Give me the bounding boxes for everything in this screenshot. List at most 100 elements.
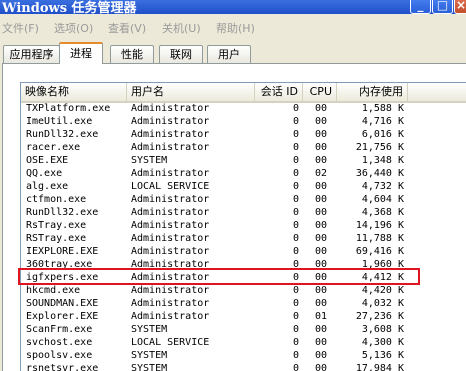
cell-mem: 4,604 K	[361, 194, 404, 205]
cell-mem: 1,348 K	[361, 155, 404, 166]
cell-user: SYSTEM	[131, 363, 168, 371]
menu-shutdown[interactable]: 关机(U)	[162, 20, 201, 36]
process-row[interactable]: 360tray.exe Administrator 0 00 1,960 K	[21, 258, 466, 271]
process-row[interactable]: RSTray.exe Administrator 0 00 11,788 K	[21, 232, 466, 245]
cell-session: 0	[292, 207, 299, 218]
cell-cpu: 00	[314, 116, 327, 127]
process-row[interactable]: igfxpers.exe Administrator 0 00 4,412 K	[21, 271, 466, 284]
tab-applications[interactable]: 应用程序	[3, 45, 60, 63]
process-row[interactable]: QQ.exe Administrator 0 02 36,440 K	[21, 167, 466, 180]
cell-cpu: 00	[314, 142, 327, 153]
cell-image: TXPlatform.exe	[26, 103, 111, 114]
process-row[interactable]: ScanFrm.exe SYSTEM 0 00 3,608 K	[21, 323, 466, 336]
cell-cpu: 00	[314, 324, 327, 335]
cell-session: 0	[292, 363, 299, 371]
cell-mem: 4,300 K	[361, 337, 404, 348]
cell-image: hkcmd.exe	[26, 285, 81, 296]
menu-file[interactable]: 文件(F)	[2, 20, 39, 36]
cell-user: Administrator	[131, 259, 210, 270]
process-row[interactable]: ImeUtil.exe Administrator 0 00 4,716 K	[21, 115, 466, 128]
cell-image: racer.exe	[26, 142, 81, 153]
process-row[interactable]: TXPlatform.exe Administrator 0 00 1,588 K	[21, 102, 466, 115]
process-row[interactable]: rsnetsvr.exe SYSTEM 0 00 17,984 K	[21, 362, 466, 371]
process-row[interactable]: svchost.exe LOCAL SERVICE 0 00 4,300 K	[21, 336, 466, 349]
process-row[interactable]: alg.exe LOCAL SERVICE 0 00 4,732 K	[21, 180, 466, 193]
process-row[interactable]: RunDll32.exe Administrator 0 00 6,016 K	[21, 128, 466, 141]
process-row[interactable]: SOUNDMAN.EXE Administrator 0 00 4,032 K	[21, 297, 466, 310]
process-row[interactable]: RsTray.exe Administrator 0 00 14,196 K	[21, 219, 466, 232]
cell-cpu: 00	[314, 194, 327, 205]
cell-cpu: 00	[314, 337, 327, 348]
cell-cpu: 00	[314, 207, 327, 218]
process-row[interactable]: RunDll32.exe Administrator 0 00 4,368 K	[21, 206, 466, 219]
tab-performance[interactable]: 性能	[110, 45, 154, 63]
process-list[interactable]: 映像名称 用户名 会话 ID CPU 内存使用 TXPlatform.exe Ad…	[20, 82, 466, 371]
cell-image: SOUNDMAN.EXE	[26, 298, 99, 309]
title-bar[interactable]: Windows 任务管理器 _ □ ×	[0, 0, 466, 14]
cell-user: Administrator	[131, 116, 210, 127]
process-row[interactable]: spoolsv.exe SYSTEM 0 00 5,136 K	[21, 349, 466, 362]
cell-mem: 1,960 K	[361, 259, 404, 270]
cell-image: 360tray.exe	[26, 259, 93, 270]
cell-cpu: 00	[314, 298, 327, 309]
cell-user: Administrator	[131, 246, 210, 257]
cell-session: 0	[292, 194, 299, 205]
cell-cpu: 00	[314, 363, 327, 371]
cell-user: SYSTEM	[131, 324, 168, 335]
cell-user: Administrator	[131, 194, 210, 205]
column-header-cpu[interactable]: CPU	[303, 83, 337, 101]
tab-users[interactable]: 用户	[207, 45, 251, 63]
process-row[interactable]: IEXPLORE.EXE Administrator 0 00 69,416 K	[21, 245, 466, 258]
cell-cpu: 01	[314, 311, 327, 322]
tab-processes[interactable]: 进程	[59, 42, 103, 64]
cell-image: Explorer.EXE	[26, 311, 99, 322]
cell-session: 0	[292, 285, 299, 296]
cell-session: 0	[292, 337, 299, 348]
minimize-button[interactable]: _	[410, 0, 431, 14]
column-header-user[interactable]: 用户名	[127, 83, 255, 101]
cell-image: ImeUtil.exe	[26, 116, 93, 127]
process-row[interactable]: OSE.EXE SYSTEM 0 00 1,348 K	[21, 154, 466, 167]
cell-mem: 3,608 K	[361, 324, 404, 335]
cell-mem: 4,732 K	[361, 181, 404, 192]
cell-user: Administrator	[131, 168, 210, 179]
cell-mem: 14,196 K	[355, 220, 404, 231]
cell-session: 0	[292, 311, 299, 322]
cell-mem: 17,984 K	[355, 363, 404, 371]
menu-view[interactable]: 查看(V)	[108, 20, 146, 36]
tab-networking[interactable]: 联网	[159, 45, 203, 63]
cell-cpu: 00	[314, 233, 327, 244]
cell-user: Administrator	[131, 103, 210, 114]
maximize-button[interactable]: □	[432, 0, 453, 14]
process-row[interactable]: hkcmd.exe Administrator 0 00 4,420 K	[21, 284, 466, 297]
cell-user: Administrator	[131, 220, 210, 231]
cell-session: 0	[292, 324, 299, 335]
cell-mem: 27,236 K	[355, 311, 404, 322]
cell-mem: 6,016 K	[361, 129, 404, 140]
cell-cpu: 00	[314, 259, 327, 270]
cell-cpu: 00	[314, 181, 327, 192]
column-header-mem[interactable]: 内存使用	[337, 83, 408, 101]
process-row[interactable]: ctfmon.exe Administrator 0 00 4,604 K	[21, 193, 466, 206]
cell-user: SYSTEM	[131, 350, 168, 361]
cell-image: RunDll32.exe	[26, 129, 99, 140]
column-header-session[interactable]: 会话 ID	[255, 83, 303, 101]
cell-mem: 4,420 K	[361, 285, 404, 296]
cell-image: rsnetsvr.exe	[26, 363, 99, 371]
cell-user: Administrator	[131, 298, 210, 309]
cell-mem: 4,716 K	[361, 116, 404, 127]
list-header: 映像名称 用户名 会话 ID CPU 内存使用	[21, 83, 466, 103]
menu-help[interactable]: 帮助(H)	[216, 20, 255, 36]
cell-mem: 4,412 K	[361, 272, 404, 283]
cell-image: OSE.EXE	[26, 155, 69, 166]
cell-cpu: 02	[314, 168, 327, 179]
cell-session: 0	[292, 246, 299, 257]
close-button[interactable]: ×	[454, 0, 466, 14]
menu-options[interactable]: 选项(O)	[54, 20, 93, 36]
cell-session: 0	[292, 168, 299, 179]
cell-mem: 36,440 K	[355, 168, 404, 179]
process-row[interactable]: Explorer.EXE Administrator 0 01 27,236 K	[21, 310, 466, 323]
process-row[interactable]: racer.exe Administrator 0 00 21,756 K	[21, 141, 466, 154]
cell-image: IEXPLORE.EXE	[26, 246, 99, 257]
column-header-image[interactable]: 映像名称	[21, 83, 127, 101]
